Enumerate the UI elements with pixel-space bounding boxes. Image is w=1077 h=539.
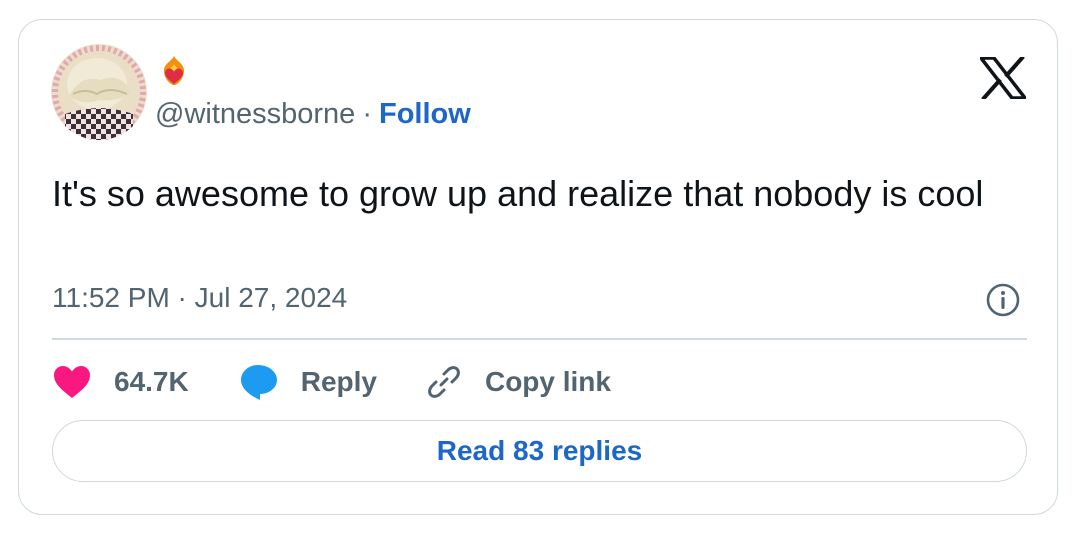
reply-label: Reply: [300, 366, 377, 397]
author-handle[interactable]: @witnessborne: [155, 98, 355, 130]
copy-link-label: Copy link: [484, 366, 611, 397]
action-bar: 64.7K Reply Copy link: [52, 360, 611, 404]
x-logo-icon[interactable]: [980, 57, 1026, 99]
avatar-image: [51, 44, 147, 140]
heart-on-fire-icon: [163, 56, 185, 85]
author-row: @witnessborne · Follow: [155, 96, 471, 132]
copy-link-button[interactable]: Copy link: [425, 363, 611, 401]
handle-separator: ·: [362, 98, 372, 130]
like-count: 64.7K: [114, 366, 189, 397]
like-button[interactable]: 64.7K: [52, 364, 189, 400]
read-replies-label: Read 83 replies: [436, 435, 643, 466]
link-icon: [428, 366, 460, 398]
tweet-embed-card: @witnessborne · Follow It's so awesome to …: [18, 19, 1058, 515]
tweet-timestamp[interactable]: 11:52 PM · Jul 27, 2024: [52, 280, 347, 316]
speech-bubble-icon: [240, 365, 277, 400]
tweet-text: It's so awesome to grow up and realize t…: [52, 173, 984, 214]
info-icon[interactable]: [985, 282, 1021, 318]
follow-button[interactable]: Follow: [379, 98, 471, 130]
avatar[interactable]: [51, 44, 147, 140]
read-replies-button[interactable]: Read 83 replies: [52, 420, 1027, 482]
reply-button[interactable]: Reply: [239, 363, 377, 401]
heart-icon: [54, 366, 90, 398]
divider: [52, 338, 1027, 340]
